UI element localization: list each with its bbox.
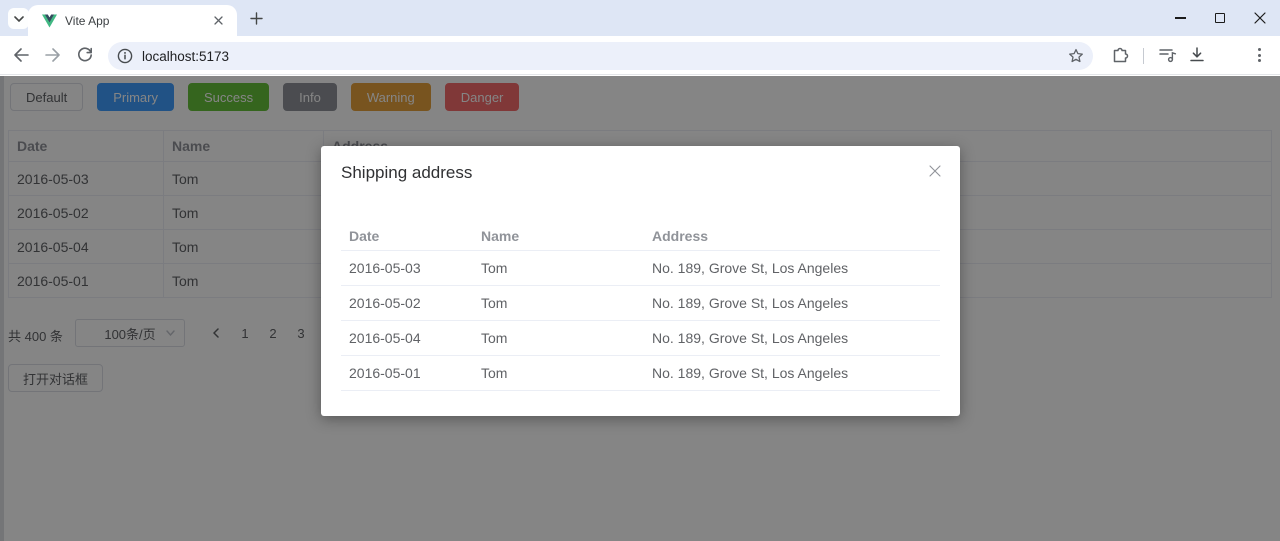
vue-logo-icon	[42, 14, 57, 28]
bookmark-star-button[interactable]	[1068, 48, 1084, 64]
downloads-button[interactable]	[1185, 43, 1209, 67]
column-header-address: Address	[644, 222, 940, 250]
star-icon	[1068, 48, 1084, 64]
playlist-music-icon	[1159, 47, 1177, 63]
media-controls-button[interactable]	[1156, 43, 1180, 67]
kebab-menu-icon	[1258, 48, 1261, 62]
maximize-icon	[1215, 13, 1225, 23]
forward-icon	[45, 48, 61, 62]
back-button[interactable]	[9, 43, 33, 67]
plus-icon	[250, 12, 263, 25]
dialog-table: Date Name Address 2016-05-03TomNo. 189, …	[341, 222, 940, 391]
shipping-address-dialog: Shipping address Date Name Address 2016-…	[321, 146, 960, 416]
minimize-icon	[1175, 17, 1186, 18]
reload-button[interactable]	[73, 43, 97, 67]
tab-search-button[interactable]	[8, 8, 29, 29]
forward-button[interactable]	[41, 43, 65, 67]
minimize-button[interactable]	[1160, 0, 1200, 36]
column-header-date: Date	[341, 222, 473, 250]
url-text: localhost:5173	[142, 49, 229, 64]
new-tab-button[interactable]	[246, 8, 267, 29]
dialog-table-header-row: Date Name Address	[341, 222, 940, 250]
window-controls	[1160, 0, 1280, 36]
table-row: 2016-05-02TomNo. 189, Grove St, Los Ange…	[341, 285, 940, 320]
page-content: Default Primary Success Info Warning Dan…	[0, 76, 1280, 541]
column-header-name: Name	[473, 222, 644, 250]
tab-vite-app[interactable]: Vite App	[28, 5, 237, 36]
toolbar-divider	[1143, 48, 1144, 64]
browser-toolbar: localhost:5173	[0, 36, 1280, 75]
back-icon	[13, 48, 29, 62]
table-row: 2016-05-03TomNo. 189, Grove St, Los Ange…	[341, 250, 940, 285]
tab-strip: Vite App	[0, 0, 1280, 36]
reload-icon	[77, 47, 93, 63]
tab-close-icon[interactable]	[210, 12, 227, 29]
close-window-button[interactable]	[1240, 0, 1280, 36]
dialog-title: Shipping address	[341, 163, 472, 183]
browser-menu-button[interactable]	[1247, 43, 1271, 67]
dialog-close-button[interactable]	[926, 162, 944, 180]
puzzle-icon	[1112, 46, 1130, 64]
table-row: 2016-05-04TomNo. 189, Grove St, Los Ange…	[341, 320, 940, 355]
extensions-button[interactable]	[1109, 43, 1133, 67]
download-icon	[1188, 46, 1206, 64]
close-icon	[1254, 12, 1266, 24]
maximize-button[interactable]	[1200, 0, 1240, 36]
site-info-icon[interactable]	[117, 48, 133, 64]
close-icon	[929, 165, 941, 177]
browser-window: Vite App localhost:5173	[0, 0, 1280, 541]
tab-title: Vite App	[65, 14, 210, 28]
address-bar[interactable]: localhost:5173	[108, 42, 1093, 70]
chevron-down-icon	[14, 16, 24, 22]
table-row: 2016-05-01TomNo. 189, Grove St, Los Ange…	[341, 355, 940, 390]
